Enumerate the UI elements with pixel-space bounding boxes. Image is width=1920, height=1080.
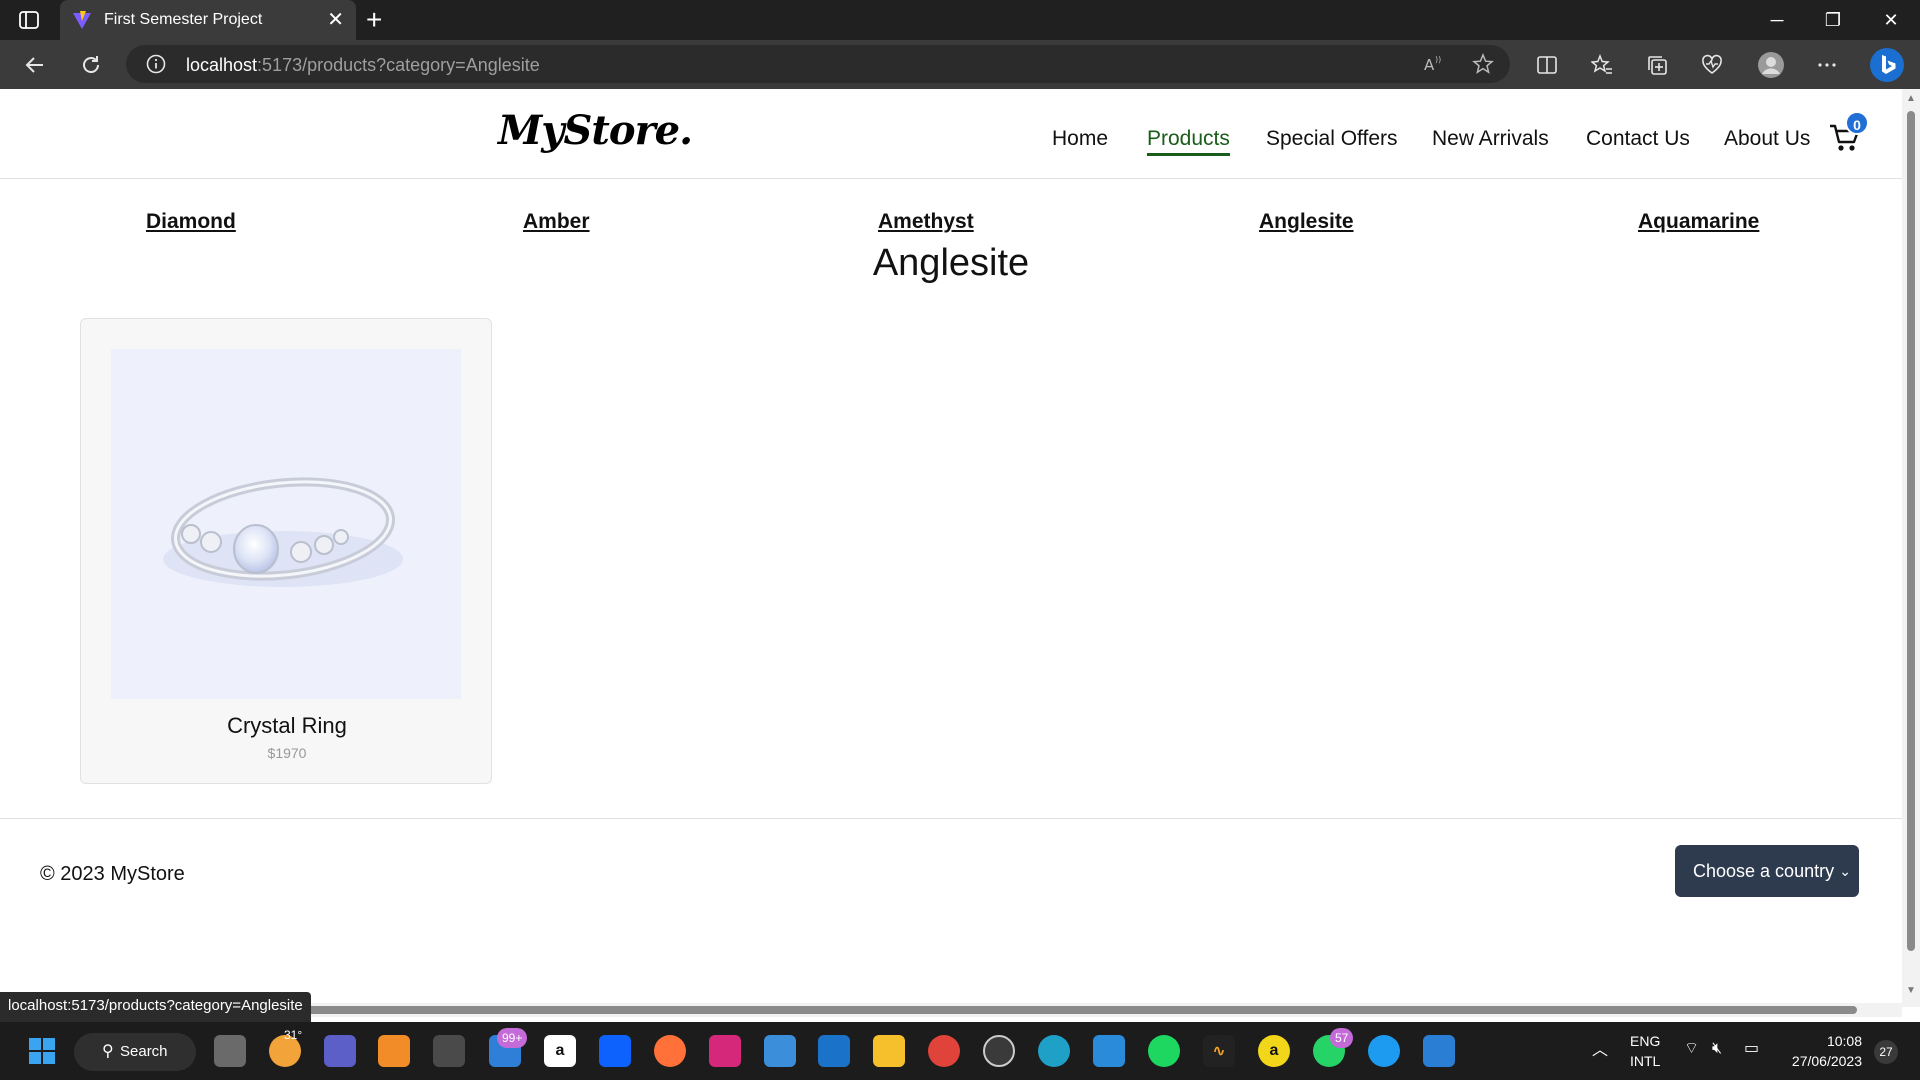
site-header: MyStore. Home Products Special Offers Ne…: [0, 89, 1902, 179]
mail-badge: 99+: [497, 1028, 528, 1048]
clock-time[interactable]: 10:08: [1782, 1032, 1862, 1050]
edge-icon[interactable]: [1038, 1035, 1070, 1067]
browser-tab-strip: First Semester Project ✕ + ─ ❐ ✕: [0, 0, 1920, 40]
file-explorer-icon[interactable]: [873, 1035, 905, 1067]
language-top[interactable]: ENG: [1630, 1032, 1660, 1050]
microsoft-store-icon[interactable]: [433, 1035, 465, 1067]
product-card[interactable]: Crystal Ring $1970: [80, 318, 492, 784]
vertical-scroll-thumb[interactable]: [1907, 111, 1915, 951]
chat-app-icon[interactable]: a: [1258, 1035, 1290, 1067]
window-close-icon[interactable]: ✕: [1876, 6, 1906, 34]
taskbar-search-label: Search: [120, 1043, 168, 1060]
category-link-amber[interactable]: Amber: [523, 210, 590, 234]
vlc-icon[interactable]: [378, 1035, 410, 1067]
wifi-icon[interactable]: ⌔: [1684, 1040, 1699, 1058]
cart-count-badge: 0: [1845, 111, 1869, 135]
clock-date[interactable]: 27/06/2023: [1770, 1052, 1862, 1070]
category-link-anglesite[interactable]: Anglesite: [1259, 210, 1354, 234]
favorite-star-icon[interactable]: [1470, 51, 1496, 77]
nav-home[interactable]: Home: [1052, 127, 1108, 151]
minimize-icon[interactable]: ─: [1762, 6, 1792, 34]
battery-icon[interactable]: ▭: [1744, 1040, 1759, 1058]
language-bottom[interactable]: INTL: [1630, 1052, 1660, 1070]
horizontal-scroll-thumb[interactable]: [305, 1006, 1857, 1014]
nav-contact-us[interactable]: Contact Us: [1586, 127, 1690, 151]
category-link-aquamarine[interactable]: Aquamarine: [1638, 210, 1759, 234]
product-image: [111, 349, 461, 699]
taskbar-search[interactable]: ⚲ Search: [74, 1033, 196, 1071]
nav-about-us[interactable]: About Us: [1724, 127, 1810, 151]
read-aloud-icon[interactable]: A)): [1420, 51, 1446, 77]
audio-editor-icon[interactable]: ∿: [1203, 1035, 1235, 1067]
instagram-icon[interactable]: [709, 1035, 741, 1067]
whatsapp-badge: 57: [1330, 1028, 1354, 1048]
tab-close-icon[interactable]: ✕: [327, 8, 344, 32]
page-viewport: MyStore. Home Products Special Offers Ne…: [0, 89, 1902, 1007]
url-text: localhost:5173/products?category=Anglesi…: [186, 55, 540, 76]
site-footer: © 2023 MyStore Choose a country ⌄: [0, 818, 1902, 958]
windows-start-icon[interactable]: [26, 1035, 58, 1067]
country-select-value: Choose a country: [1693, 861, 1835, 881]
status-bar-url: localhost:5173/products?category=Anglesi…: [0, 992, 311, 1022]
more-options-icon[interactable]: [1814, 52, 1840, 78]
photos-icon[interactable]: [1423, 1035, 1455, 1067]
firefox-icon[interactable]: [654, 1035, 686, 1067]
vscode-icon[interactable]: [1093, 1035, 1125, 1067]
refresh-icon[interactable]: [78, 52, 104, 78]
category-heading: Anglesite: [872, 242, 1030, 284]
task-view-icon[interactable]: [214, 1035, 246, 1067]
nav-new-arrivals[interactable]: New Arrivals: [1432, 127, 1549, 151]
address-bar[interactable]: localhost:5173/products?category=Anglesi…: [126, 45, 1510, 83]
category-link-amethyst[interactable]: Amethyst: [878, 210, 974, 234]
browser-toolbar: localhost:5173/products?category=Anglesi…: [0, 40, 1920, 89]
windows-taskbar: ⚲ Search 31° 99+ a ∿ a 57 ︿ ENG INTL ⌔ 🔇…: [0, 1022, 1920, 1080]
split-screen-icon[interactable]: [1534, 52, 1560, 78]
mystore-logo[interactable]: MyStore.: [498, 107, 693, 154]
copyright-text: © 2023 MyStore: [40, 863, 185, 885]
notification-count[interactable]: 27: [1874, 1040, 1898, 1064]
favorites-icon[interactable]: [1589, 52, 1615, 78]
dropbox-icon[interactable]: [599, 1035, 631, 1067]
scroll-up-icon[interactable]: ▲: [1905, 93, 1917, 105]
nav-special-offers[interactable]: Special Offers: [1266, 127, 1398, 151]
nav-products[interactable]: Products: [1147, 127, 1230, 156]
new-tab-icon[interactable]: +: [366, 6, 382, 34]
teams-chat-icon[interactable]: [324, 1035, 356, 1067]
collections-icon[interactable]: [1644, 52, 1670, 78]
profile-avatar-icon[interactable]: [1756, 50, 1786, 80]
vertical-scrollbar[interactable]: ▲ ▼: [1902, 89, 1920, 1007]
scroll-down-icon[interactable]: ▼: [1905, 985, 1917, 997]
notepad-icon[interactable]: [764, 1035, 796, 1067]
browser-tab-active[interactable]: First Semester Project ✕: [60, 0, 356, 40]
back-icon[interactable]: [22, 52, 48, 78]
bing-copilot-icon[interactable]: [1868, 46, 1906, 84]
url-path: :5173/products?category=Anglesite: [257, 55, 540, 75]
spotify-icon[interactable]: [1148, 1035, 1180, 1067]
weather-temp: 31°: [284, 1028, 303, 1042]
volume-muted-icon[interactable]: 🔇︎: [1712, 1040, 1722, 1058]
media-player-icon[interactable]: [818, 1035, 850, 1067]
product-price: $1970: [267, 745, 307, 761]
url-host: localhost: [186, 55, 258, 75]
vite-favicon-icon: [72, 10, 92, 30]
svg-text:A: A: [1424, 56, 1435, 74]
amazon-icon[interactable]: a: [544, 1035, 576, 1067]
chrome-icon[interactable]: [928, 1035, 960, 1067]
category-link-diamond[interactable]: Diamond: [146, 210, 236, 234]
country-select[interactable]: Choose a country ⌄: [1675, 845, 1859, 897]
show-hidden-icons[interactable]: ︿: [1592, 1042, 1608, 1060]
tab-title: First Semester Project: [104, 11, 263, 28]
svg-text:)): )): [1435, 55, 1441, 64]
play-icon[interactable]: [983, 1035, 1015, 1067]
twitter-icon[interactable]: [1368, 1035, 1400, 1067]
restore-icon[interactable]: ❐: [1818, 6, 1848, 34]
product-name: Crystal Ring: [227, 713, 347, 738]
browser-essentials-icon[interactable]: [1699, 52, 1725, 78]
site-info-icon[interactable]: [146, 54, 166, 74]
tab-actions-icon[interactable]: [18, 10, 42, 30]
search-icon: ⚲: [102, 1043, 114, 1060]
chevron-down-icon: ⌄: [1839, 863, 1851, 879]
